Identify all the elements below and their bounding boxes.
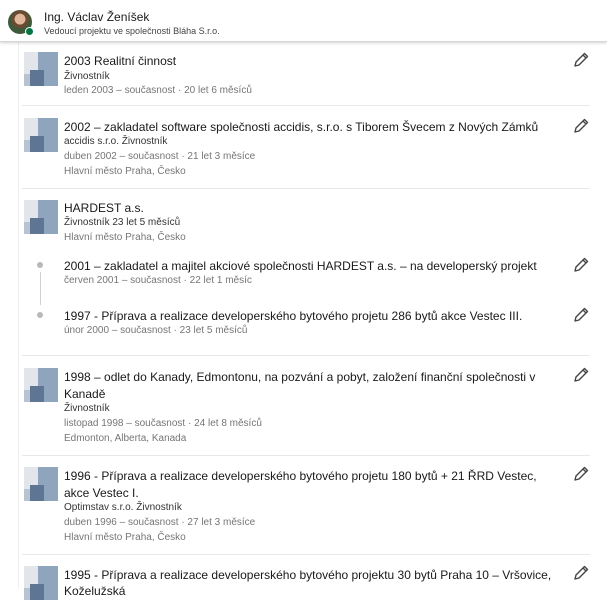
timeline-dot — [37, 312, 43, 318]
edit-pencil-icon[interactable] — [572, 117, 590, 135]
edit-pencil-icon[interactable] — [572, 306, 590, 324]
role-title: 1997 - Příprava a realizace developerské… — [64, 309, 523, 323]
company-logo[interactable] — [24, 368, 58, 402]
edit-pencil-icon[interactable] — [572, 366, 590, 384]
company-logo[interactable] — [24, 118, 58, 152]
experience-subtitle: Živnostník 23 let 5 měsíců — [64, 217, 181, 228]
edit-pencil-icon[interactable] — [572, 256, 590, 274]
experience-title: 1995 - Příprava a realizace developerské… — [64, 568, 552, 582]
company-logo[interactable] — [24, 566, 58, 600]
company-logo[interactable] — [24, 467, 58, 501]
separator — [22, 455, 590, 456]
profile-name: Ing. Václav Ženíšek — [44, 10, 150, 24]
online-status-icon — [25, 27, 34, 36]
experience-title-continued: Kanadě — [64, 387, 106, 401]
edit-pencil-icon[interactable] — [572, 564, 590, 582]
role-dates: únor 2000 – současnost · 23 let 5 měsíců — [64, 325, 248, 336]
experience-subtitle: Živnostník — [64, 403, 110, 414]
sticky-profile-header: Ing. Václav Ženíšek Vedoucí projektu ve … — [0, 0, 607, 42]
experience-title: 2002 – zakladatel software společnosti a… — [64, 120, 539, 134]
experience-subtitle: accidis s.r.o. Živnostník — [64, 136, 168, 147]
left-gutter-line — [18, 41, 19, 589]
separator — [22, 355, 590, 356]
experience-title-continued: akce Vestec I. — [64, 486, 139, 500]
experience-subtitle: Optimstav s.r.o. Živnostník — [64, 502, 182, 513]
separator — [22, 105, 590, 106]
edit-pencil-icon[interactable] — [572, 51, 590, 69]
experience-location: Hlavní město Praha, Česko — [64, 166, 186, 177]
company-logo[interactable] — [24, 200, 58, 234]
timeline-dot — [37, 262, 43, 268]
experience-dates: duben 1996 – současnost · 27 let 3 měsíc… — [64, 517, 256, 528]
timeline-line — [39, 272, 41, 305]
company-logo[interactable] — [24, 52, 58, 86]
experience-dates: duben 2002 – současnost · 21 let 3 měsíc… — [64, 151, 256, 162]
separator — [22, 188, 590, 189]
edit-pencil-icon[interactable] — [572, 465, 590, 483]
experience-title: 1998 – odlet do Kanady, Edmontonu, na po… — [64, 370, 536, 384]
experience-dates: leden 2003 – současnost · 20 let 6 měsíc… — [64, 85, 252, 96]
company-name: HARDEST a.s. — [64, 201, 144, 215]
experience-location: Hlavní město Praha, Česko — [64, 532, 186, 543]
profile-headline: Vedoucí projektu ve společnosti Bláha S.… — [44, 26, 220, 36]
role-dates: červen 2001 – současnost · 22 let 1 měsí… — [64, 275, 252, 286]
separator — [22, 554, 590, 555]
experience-dates: listopad 1998 – současnost · 24 let 8 mě… — [64, 418, 262, 429]
experience-title: 1996 - Příprava a realizace developerské… — [64, 469, 537, 483]
role-title: 2001 – zakladatel a majitel akciové spol… — [64, 259, 537, 273]
experience-title: 2003 Realitní činnost — [64, 54, 177, 68]
experience-subtitle: Živnostník — [64, 71, 110, 82]
experience-location: Hlavní město Praha, Česko — [64, 232, 186, 243]
experience-location: Edmonton, Alberta, Kanada — [64, 433, 187, 444]
experience-title-continued: Koželužská — [64, 584, 126, 598]
